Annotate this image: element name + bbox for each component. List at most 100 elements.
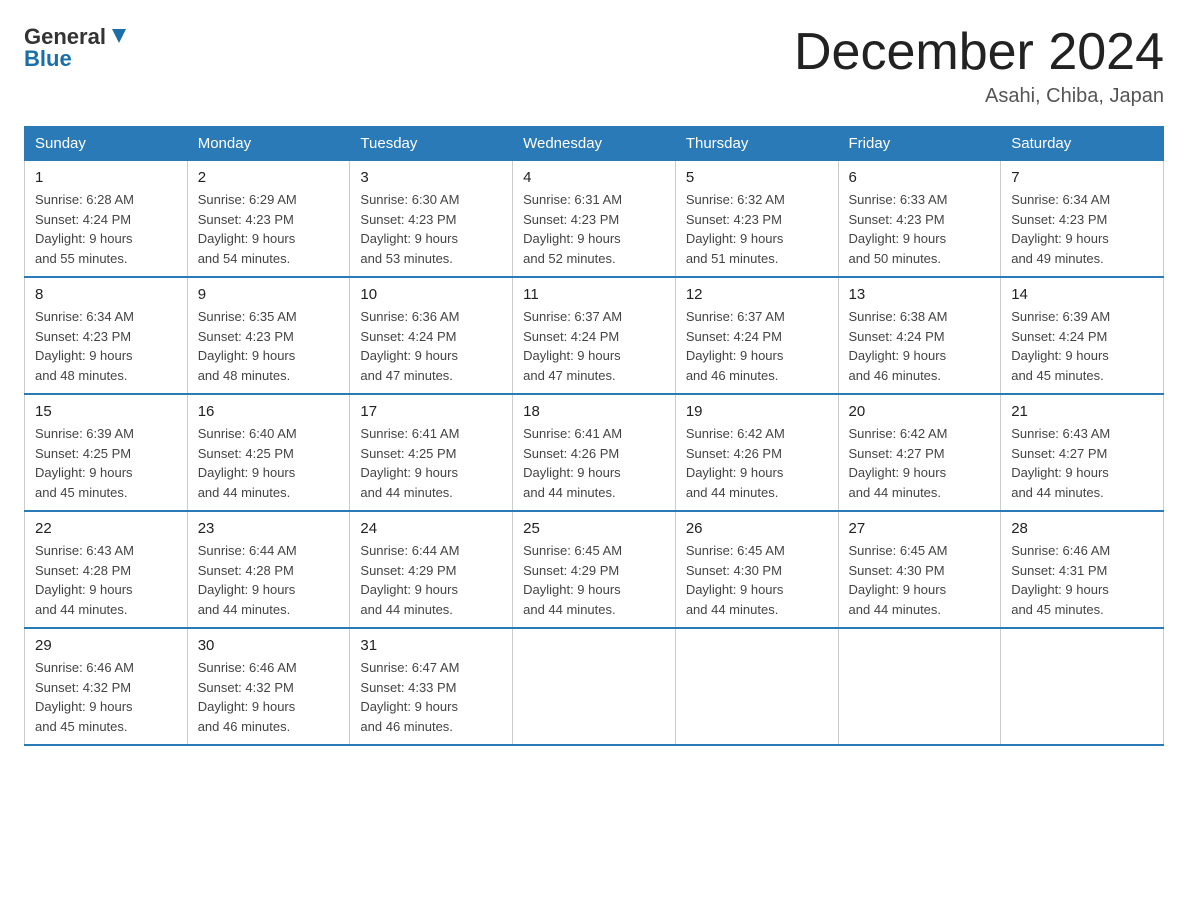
calendar-cell: 3 Sunrise: 6:30 AM Sunset: 4:23 PM Dayli… — [350, 161, 513, 278]
location: Asahi, Chiba, Japan — [794, 85, 1164, 108]
day-info: Sunrise: 6:41 AM Sunset: 4:25 PM Dayligh… — [360, 424, 502, 502]
day-number: 7 — [1011, 169, 1153, 186]
day-info: Sunrise: 6:39 AM Sunset: 4:24 PM Dayligh… — [1011, 307, 1153, 385]
day-info: Sunrise: 6:32 AM Sunset: 4:23 PM Dayligh… — [686, 190, 828, 268]
day-number: 26 — [686, 520, 828, 537]
calendar-cell: 26 Sunrise: 6:45 AM Sunset: 4:30 PM Dayl… — [675, 511, 838, 628]
calendar-cell: 17 Sunrise: 6:41 AM Sunset: 4:25 PM Dayl… — [350, 394, 513, 511]
calendar-cell: 1 Sunrise: 6:28 AM Sunset: 4:24 PM Dayli… — [25, 161, 188, 278]
day-number: 17 — [360, 403, 502, 420]
calendar-cell: 7 Sunrise: 6:34 AM Sunset: 4:23 PM Dayli… — [1001, 161, 1164, 278]
calendar-cell: 14 Sunrise: 6:39 AM Sunset: 4:24 PM Dayl… — [1001, 277, 1164, 394]
day-number: 14 — [1011, 286, 1153, 303]
calendar-cell: 22 Sunrise: 6:43 AM Sunset: 4:28 PM Dayl… — [25, 511, 188, 628]
day-info: Sunrise: 6:33 AM Sunset: 4:23 PM Dayligh… — [849, 190, 991, 268]
calendar-cell — [838, 628, 1001, 745]
calendar-cell: 31 Sunrise: 6:47 AM Sunset: 4:33 PM Dayl… — [350, 628, 513, 745]
day-info: Sunrise: 6:40 AM Sunset: 4:25 PM Dayligh… — [198, 424, 340, 502]
calendar-cell: 20 Sunrise: 6:42 AM Sunset: 4:27 PM Dayl… — [838, 394, 1001, 511]
day-info: Sunrise: 6:41 AM Sunset: 4:26 PM Dayligh… — [523, 424, 665, 502]
calendar-week-row: 29 Sunrise: 6:46 AM Sunset: 4:32 PM Dayl… — [25, 628, 1164, 745]
logo-triangle-icon — [108, 25, 130, 47]
day-number: 12 — [686, 286, 828, 303]
day-number: 10 — [360, 286, 502, 303]
day-number: 15 — [35, 403, 177, 420]
calendar-cell: 29 Sunrise: 6:46 AM Sunset: 4:32 PM Dayl… — [25, 628, 188, 745]
day-number: 8 — [35, 286, 177, 303]
day-number: 27 — [849, 520, 991, 537]
day-info: Sunrise: 6:46 AM Sunset: 4:31 PM Dayligh… — [1011, 541, 1153, 619]
day-number: 29 — [35, 637, 177, 654]
calendar-week-row: 8 Sunrise: 6:34 AM Sunset: 4:23 PM Dayli… — [25, 277, 1164, 394]
day-info: Sunrise: 6:39 AM Sunset: 4:25 PM Dayligh… — [35, 424, 177, 502]
calendar-cell: 21 Sunrise: 6:43 AM Sunset: 4:27 PM Dayl… — [1001, 394, 1164, 511]
calendar-cell: 4 Sunrise: 6:31 AM Sunset: 4:23 PM Dayli… — [513, 161, 676, 278]
calendar-cell: 30 Sunrise: 6:46 AM Sunset: 4:32 PM Dayl… — [187, 628, 350, 745]
day-number: 24 — [360, 520, 502, 537]
day-number: 1 — [35, 169, 177, 186]
calendar-cell: 13 Sunrise: 6:38 AM Sunset: 4:24 PM Dayl… — [838, 277, 1001, 394]
day-number: 13 — [849, 286, 991, 303]
day-info: Sunrise: 6:42 AM Sunset: 4:26 PM Dayligh… — [686, 424, 828, 502]
day-info: Sunrise: 6:31 AM Sunset: 4:23 PM Dayligh… — [523, 190, 665, 268]
calendar-week-row: 1 Sunrise: 6:28 AM Sunset: 4:24 PM Dayli… — [25, 161, 1164, 278]
calendar-cell — [513, 628, 676, 745]
month-title: December 2024 — [794, 24, 1164, 81]
logo-blue: Blue — [24, 46, 72, 72]
calendar-cell: 25 Sunrise: 6:45 AM Sunset: 4:29 PM Dayl… — [513, 511, 676, 628]
day-number: 25 — [523, 520, 665, 537]
calendar-cell: 2 Sunrise: 6:29 AM Sunset: 4:23 PM Dayli… — [187, 161, 350, 278]
day-number: 9 — [198, 286, 340, 303]
day-number: 2 — [198, 169, 340, 186]
header-monday: Monday — [187, 127, 350, 161]
calendar-cell: 24 Sunrise: 6:44 AM Sunset: 4:29 PM Dayl… — [350, 511, 513, 628]
calendar-cell: 16 Sunrise: 6:40 AM Sunset: 4:25 PM Dayl… — [187, 394, 350, 511]
title-block: December 2024 Asahi, Chiba, Japan — [794, 24, 1164, 108]
calendar-cell: 27 Sunrise: 6:45 AM Sunset: 4:30 PM Dayl… — [838, 511, 1001, 628]
day-number: 19 — [686, 403, 828, 420]
page-header: General Blue December 2024 Asahi, Chiba,… — [24, 24, 1164, 108]
calendar-cell: 11 Sunrise: 6:37 AM Sunset: 4:24 PM Dayl… — [513, 277, 676, 394]
day-info: Sunrise: 6:34 AM Sunset: 4:23 PM Dayligh… — [1011, 190, 1153, 268]
day-info: Sunrise: 6:46 AM Sunset: 4:32 PM Dayligh… — [198, 658, 340, 736]
calendar-cell: 28 Sunrise: 6:46 AM Sunset: 4:31 PM Dayl… — [1001, 511, 1164, 628]
day-number: 11 — [523, 286, 665, 303]
day-number: 21 — [1011, 403, 1153, 420]
header-tuesday: Tuesday — [350, 127, 513, 161]
calendar-header-row: SundayMondayTuesdayWednesdayThursdayFrid… — [25, 127, 1164, 161]
calendar-table: SundayMondayTuesdayWednesdayThursdayFrid… — [24, 126, 1164, 746]
calendar-cell — [675, 628, 838, 745]
day-info: Sunrise: 6:45 AM Sunset: 4:30 PM Dayligh… — [849, 541, 991, 619]
day-info: Sunrise: 6:45 AM Sunset: 4:30 PM Dayligh… — [686, 541, 828, 619]
day-number: 22 — [35, 520, 177, 537]
day-number: 31 — [360, 637, 502, 654]
calendar-cell: 18 Sunrise: 6:41 AM Sunset: 4:26 PM Dayl… — [513, 394, 676, 511]
calendar-cell: 23 Sunrise: 6:44 AM Sunset: 4:28 PM Dayl… — [187, 511, 350, 628]
calendar-cell: 9 Sunrise: 6:35 AM Sunset: 4:23 PM Dayli… — [187, 277, 350, 394]
day-info: Sunrise: 6:37 AM Sunset: 4:24 PM Dayligh… — [523, 307, 665, 385]
day-number: 23 — [198, 520, 340, 537]
calendar-cell: 10 Sunrise: 6:36 AM Sunset: 4:24 PM Dayl… — [350, 277, 513, 394]
day-info: Sunrise: 6:38 AM Sunset: 4:24 PM Dayligh… — [849, 307, 991, 385]
day-info: Sunrise: 6:46 AM Sunset: 4:32 PM Dayligh… — [35, 658, 177, 736]
day-number: 20 — [849, 403, 991, 420]
day-info: Sunrise: 6:37 AM Sunset: 4:24 PM Dayligh… — [686, 307, 828, 385]
day-info: Sunrise: 6:47 AM Sunset: 4:33 PM Dayligh… — [360, 658, 502, 736]
header-saturday: Saturday — [1001, 127, 1164, 161]
header-thursday: Thursday — [675, 127, 838, 161]
calendar-week-row: 15 Sunrise: 6:39 AM Sunset: 4:25 PM Dayl… — [25, 394, 1164, 511]
day-number: 30 — [198, 637, 340, 654]
day-info: Sunrise: 6:29 AM Sunset: 4:23 PM Dayligh… — [198, 190, 340, 268]
calendar-cell — [1001, 628, 1164, 745]
day-info: Sunrise: 6:36 AM Sunset: 4:24 PM Dayligh… — [360, 307, 502, 385]
day-info: Sunrise: 6:43 AM Sunset: 4:27 PM Dayligh… — [1011, 424, 1153, 502]
calendar-cell: 19 Sunrise: 6:42 AM Sunset: 4:26 PM Dayl… — [675, 394, 838, 511]
day-info: Sunrise: 6:43 AM Sunset: 4:28 PM Dayligh… — [35, 541, 177, 619]
day-number: 5 — [686, 169, 828, 186]
day-number: 4 — [523, 169, 665, 186]
calendar-cell: 8 Sunrise: 6:34 AM Sunset: 4:23 PM Dayli… — [25, 277, 188, 394]
calendar-week-row: 22 Sunrise: 6:43 AM Sunset: 4:28 PM Dayl… — [25, 511, 1164, 628]
day-info: Sunrise: 6:30 AM Sunset: 4:23 PM Dayligh… — [360, 190, 502, 268]
day-number: 28 — [1011, 520, 1153, 537]
calendar-cell: 15 Sunrise: 6:39 AM Sunset: 4:25 PM Dayl… — [25, 394, 188, 511]
